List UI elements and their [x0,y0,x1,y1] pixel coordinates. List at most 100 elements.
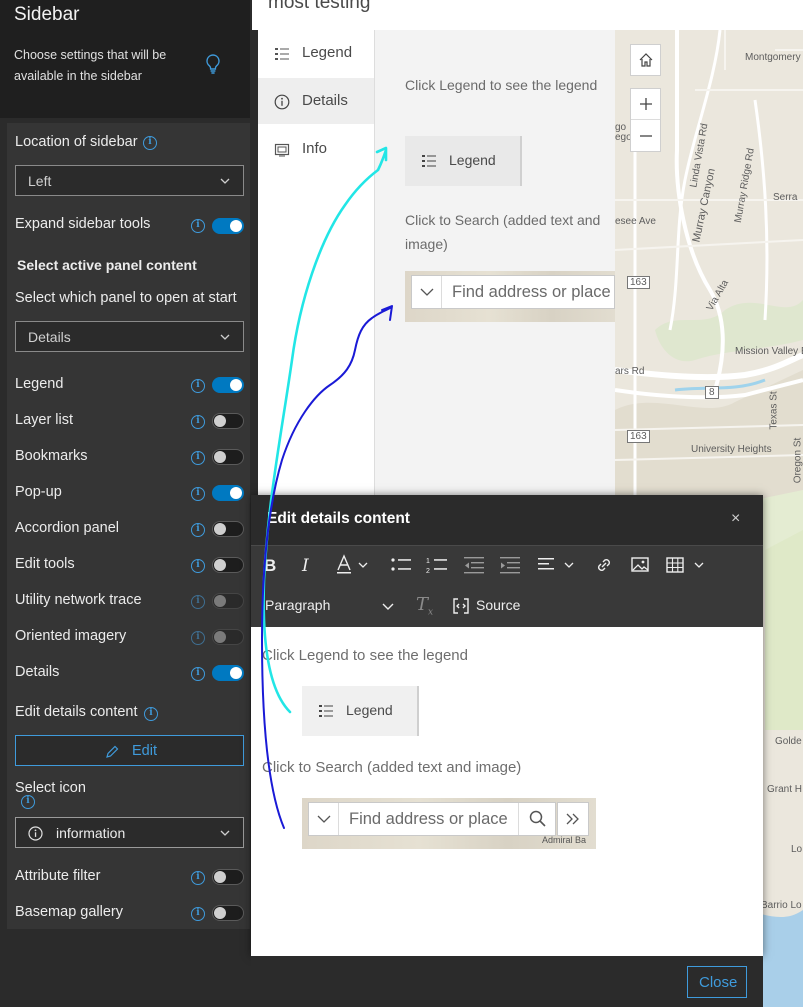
popup-info-icon[interactable]: i [191,487,205,501]
settings-sidebar: Sidebar Choose settings that will be ava… [0,0,252,1007]
map-label-texas: Texas St [768,391,780,430]
details-info-icon[interactable]: i [191,667,205,681]
table-icon[interactable] [665,555,709,580]
search-input[interactable]: Find address or place [411,275,615,309]
source-code-icon[interactable] [450,595,472,622]
edit-details-button[interactable]: Edit [15,735,244,766]
nav-item-legend[interactable]: Legend [258,30,374,76]
svg-text:1: 1 [426,558,430,565]
paragraph-format-select[interactable]: Paragraph [265,597,330,613]
search-instruction: Click to Search (added text and image) [262,759,522,776]
indent-icon[interactable] [499,556,521,579]
map-label-hwy8: 8 [705,386,719,399]
map-label-esee: esee Ave [615,216,656,227]
location-select-value: Left [28,173,52,189]
close-button[interactable]: Close [687,966,747,998]
nav-item-info[interactable]: Info [258,126,374,172]
search-instruction: Click to Search (added text and image) [405,212,601,252]
nav-item-label: Info [302,140,328,157]
edit-button-label: Edit [132,743,157,759]
zoom-controls [630,88,661,152]
map-label-hwy163: 163 [627,276,650,289]
map-label-ars: ars Rd [615,366,645,377]
location-select[interactable]: Left [15,165,244,196]
edit-tools-info-icon[interactable]: i [191,559,205,573]
editor-content[interactable]: Click Legend to see the legend Legend Cl… [251,627,763,956]
edit-details-label: Edit details content [15,704,138,720]
layer-list-info-icon[interactable]: i [191,415,205,429]
option-bookmarks-label: Bookmarks [15,448,88,464]
link-icon[interactable] [594,555,614,580]
legend-instruction: Click Legend to see the legend [405,77,598,93]
accordion-info-icon[interactable]: i [191,523,205,537]
option-details-label: Details [15,664,60,680]
home-button[interactable] [630,44,661,76]
map-label-admiral: Admiral Ba [542,835,587,845]
attribute-filter-info-icon[interactable]: i [191,871,205,885]
search-input[interactable]: Find address or place [308,802,556,836]
oriented-imagery-info-icon[interactable]: i [191,631,205,645]
bulleted-list-icon[interactable] [390,556,412,579]
map-label-grant: Grant H [767,784,803,795]
location-info-icon[interactable]: i [143,136,157,150]
option-utility-trace-toggle [212,593,244,609]
minus-icon [639,129,653,148]
option-oriented-imagery-label: Oriented imagery [15,628,127,644]
utility-trace-info-icon[interactable]: i [191,595,205,609]
remove-format-icon[interactable]: Tx [416,594,433,618]
preview-header: most testing [252,0,803,30]
basemap-gallery-info-icon[interactable]: i [191,907,205,921]
zoom-out-button[interactable] [631,121,660,152]
outdent-icon[interactable] [463,556,485,579]
option-legend-toggle[interactable] [212,377,244,393]
basemap-gallery-toggle[interactable] [212,905,244,921]
option-details-toggle[interactable] [212,665,244,681]
search-placeholder: Find address or place [349,810,508,828]
map-label-mission-valley: Mission Valley East [735,346,803,357]
legend-info-icon[interactable]: i [191,379,205,393]
information-icon [28,826,43,846]
option-oriented-imagery-toggle [212,629,244,645]
italic-icon[interactable]: I [302,556,309,576]
chevron-down-icon[interactable] [381,599,395,618]
chevron-down-icon [219,174,231,192]
option-popup-toggle[interactable] [212,485,244,501]
expand-double-chevron-icon[interactable] [557,802,589,836]
attribute-filter-toggle[interactable] [212,869,244,885]
home-icon [638,52,654,73]
option-layer-list-label: Layer list [15,412,74,428]
align-icon[interactable] [537,556,577,579]
numbered-list-icon[interactable]: 12 [426,556,448,579]
option-edit-tools-toggle[interactable] [212,557,244,573]
source-button[interactable]: Source [476,597,520,613]
caret-down-icon [412,276,442,308]
expand-tools-info-icon[interactable]: i [191,219,205,233]
legend-button-label: Legend [449,152,496,168]
map-label-hwy163b: 163 [627,430,650,443]
option-accordion-toggle[interactable] [212,521,244,537]
pencil-icon [104,744,120,765]
select-icon-label: Select icon [15,780,86,796]
close-icon[interactable]: × [731,510,740,528]
lightbulb-icon[interactable] [204,53,222,80]
option-layer-list-toggle[interactable] [212,413,244,429]
select-icon-dropdown[interactable]: information [15,817,244,848]
caret-down-icon [309,803,339,835]
legend-button[interactable]: Legend [405,136,522,186]
map-label-oregon: Oregon St [792,437,803,484]
nav-item-details[interactable]: Details [258,78,374,124]
legend-button[interactable]: Legend [302,686,419,736]
image-icon[interactable] [630,555,650,580]
option-bookmarks-toggle[interactable] [212,449,244,465]
edit-details-info-icon[interactable]: i [144,707,158,721]
open-at-start-select[interactable]: Details [15,321,244,352]
select-icon-info-icon[interactable]: i [21,795,35,809]
nav-item-label: Legend [302,44,353,61]
search-icon[interactable] [518,803,556,835]
bold-icon[interactable]: B [264,556,276,576]
zoom-in-button[interactable] [631,89,660,120]
bookmarks-info-icon[interactable]: i [191,451,205,465]
expand-tools-toggle[interactable] [212,218,244,234]
basemap-gallery-label: Basemap gallery [15,904,123,920]
font-color-icon[interactable] [335,554,371,581]
